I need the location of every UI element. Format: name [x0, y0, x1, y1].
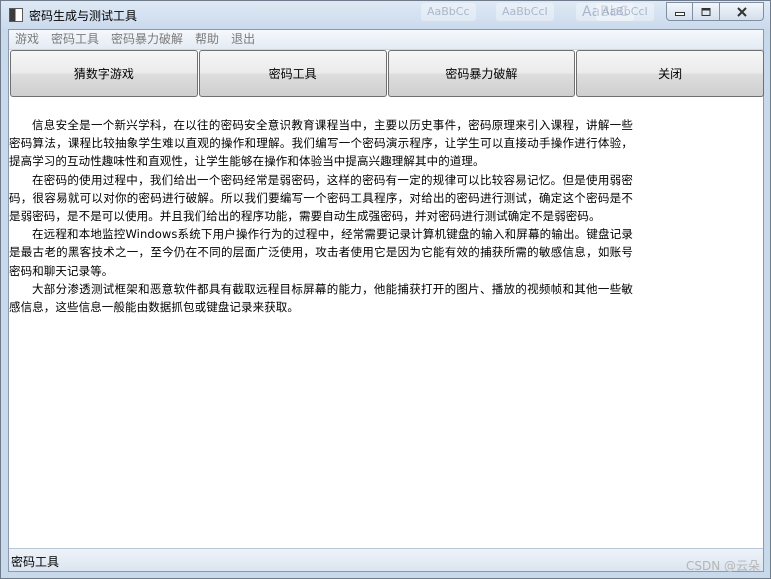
paragraph: 在远程和本地监控Windows系统下用户操作行为的过程中，经常需要记录计算机键盘… [9, 227, 633, 278]
close-button[interactable]: 关闭 [576, 50, 764, 97]
paragraph: 大部分渗透测试框架和恶意软件都具有截取远程目标屏幕的能力，他能捕获打开的图片、播… [9, 281, 633, 315]
menu-item-game[interactable]: 游戏 [9, 30, 45, 49]
toolbar: 猜数字游戏 密码工具 密码暴力破解 关闭 [10, 50, 764, 97]
app-window-icon [9, 8, 23, 22]
title-bar[interactable]: 密码生成与测试工具 AaBbCc AaBbCcI AaBbC AaBbCcI [1, 1, 770, 29]
background-ghost-text: AaBbCcI [596, 3, 654, 21]
password-tool-button[interactable]: 密码工具 [198, 50, 387, 97]
close-icon [736, 6, 747, 17]
minimize-icon [674, 11, 685, 16]
maximize-icon [701, 7, 711, 16]
paragraph: 在密码的使用过程中，我们给出一个密码经常是弱密码，这样的密码有一定的规律可以比较… [9, 172, 633, 224]
window-title: 密码生成与测试工具 [29, 9, 138, 23]
brute-force-button[interactable]: 密码暴力破解 [387, 50, 576, 97]
watermark: CSDN @云朵 [685, 559, 760, 573]
caption-buttons [666, 2, 764, 21]
menu-item-help[interactable]: 帮助 [189, 30, 225, 49]
status-bar: 密码工具 [9, 548, 763, 571]
app-window: 密码生成与测试工具 AaBbCc AaBbCcI AaBbC AaBbCcI 游… [0, 0, 771, 579]
background-ghost-text: AaBbCcI [496, 3, 554, 21]
menu-item-exit[interactable]: 退出 [225, 30, 261, 49]
paragraph: 信息安全是一个新兴学科，在以往的密码安全意识教育课程当中，主要以历史事件，密码原… [9, 118, 633, 169]
description-text: 信息安全是一个新兴学科，在以往的密码安全意识教育课程当中，主要以历史事件，密码原… [9, 116, 633, 316]
minimize-button[interactable] [666, 2, 693, 21]
menu-item-password-tools[interactable]: 密码工具 [45, 30, 105, 49]
background-ghost-text: AaBbCc [421, 3, 476, 21]
menu-item-brute-force[interactable]: 密码暴力破解 [105, 30, 189, 49]
status-text: 密码工具 [11, 555, 60, 569]
menu-bar: 游戏 密码工具 密码暴力破解 帮助 退出 [9, 30, 763, 50]
client-area: 游戏 密码工具 密码暴力破解 帮助 退出 猜数字游戏 密码工具 密码暴力破解 关… [8, 29, 764, 572]
maximize-button[interactable] [693, 2, 720, 21]
close-window-button[interactable] [720, 2, 764, 21]
guess-number-game-button[interactable]: 猜数字游戏 [10, 50, 198, 97]
